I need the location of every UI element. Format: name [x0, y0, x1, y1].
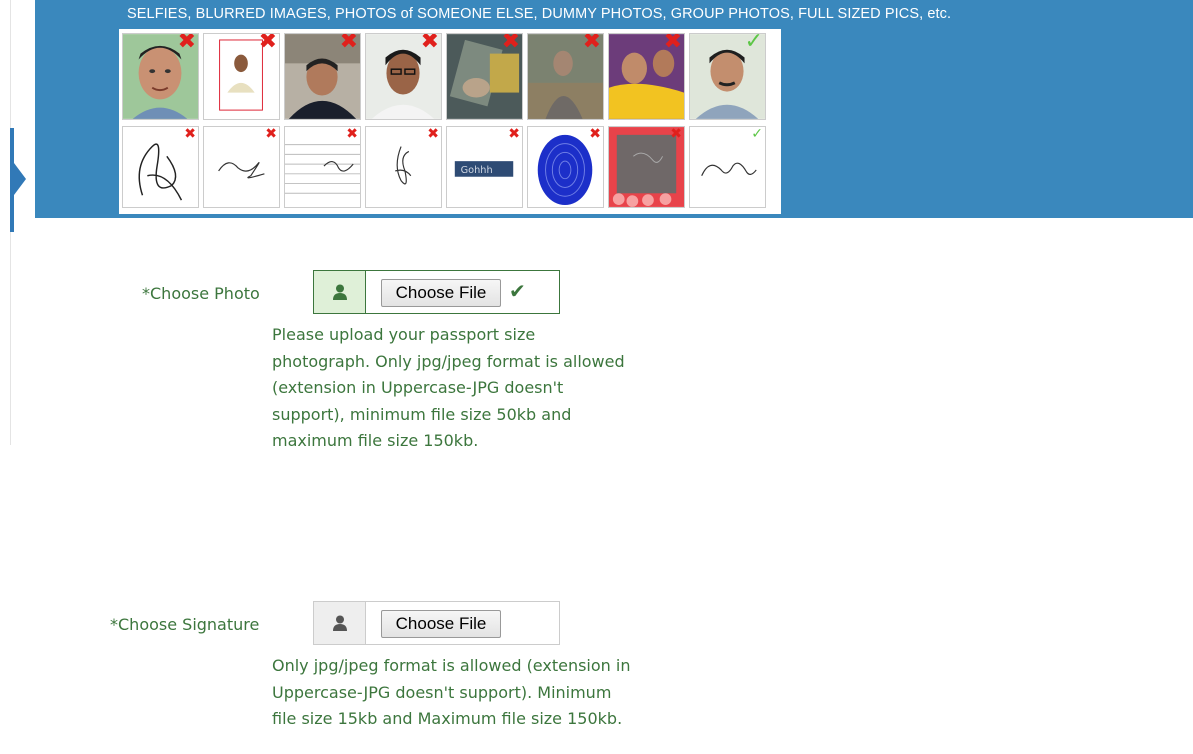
example-signature-small: ✖ [203, 126, 280, 208]
signature-help-text: Only jpg/jpeg format is allowed (extensi… [272, 656, 631, 728]
photo-upload-group: Choose File ✔ [313, 270, 560, 314]
example-thumbprint: ✖ [527, 126, 604, 208]
example-photo-blurred: ✖ [446, 33, 523, 120]
example-photo-someone-else: ✖ [365, 33, 442, 120]
check-icon: ✔ [509, 279, 526, 303]
valid-mark-icon: ✓ [751, 126, 763, 142]
valid-mark-icon: ✓ [744, 33, 763, 54]
example-photo-valid: ✓ [689, 33, 766, 120]
photo-help-text: Please upload your passport size photogr… [272, 325, 625, 450]
invalid-mark-icon: ✖ [663, 33, 682, 54]
invalid-mark-icon: ✖ [184, 126, 196, 142]
invalid-mark-icon: ✖ [508, 126, 520, 142]
choose-photo-button[interactable]: Choose File [381, 279, 501, 307]
invalid-mark-icon: ✖ [427, 126, 439, 142]
invalid-mark-icon: ✖ [258, 33, 277, 54]
example-signature-valid: ✓ [689, 126, 766, 208]
example-photo-group: ✖ [608, 33, 685, 120]
svg-text:Gohhh: Gohhh [461, 165, 493, 176]
banner-text: SELFIES, BLURRED IMAGES, PHOTOS of SOMEO… [127, 6, 952, 22]
example-photo-full-sized: ✖ [203, 33, 280, 120]
choose-photo-label: *Choose Photo [142, 284, 260, 303]
choose-signature-label: *Choose Signature [110, 615, 260, 634]
invalid-mark-icon: ✖ [670, 126, 682, 142]
invalid-mark-icon: ✖ [177, 33, 196, 54]
example-photo-dark: ✖ [284, 33, 361, 120]
invalid-mark-icon: ✖ [589, 126, 601, 142]
instruction-banner: SELFIES, BLURRED IMAGES, PHOTOS of SOMEO… [35, 0, 1193, 218]
example-signature-lined: ✖ [284, 126, 361, 208]
example-photo-selfie: ✖ [122, 33, 199, 120]
invalid-mark-icon: ✖ [265, 126, 277, 142]
invalid-mark-icon: ✖ [501, 33, 520, 54]
invalid-mark-icon: ✖ [339, 33, 358, 54]
example-signature-vertical: ✖ [365, 126, 442, 208]
signature-upload-group: Choose File [313, 601, 560, 645]
example-signature-large: ✖ [122, 126, 199, 208]
example-photo-blurred-person: ✖ [527, 33, 604, 120]
invalid-mark-icon: ✖ [420, 33, 439, 54]
example-signature-decorative: ✖ [608, 126, 685, 208]
example-grid: ✖ ✖ ✖ ✖ ✖ ✖ ✖ ✓ ✖ ✖ ✖ ✖ Gohhh ✖ ✖ ✖ ✓ [119, 29, 781, 214]
side-panel-arrow-icon[interactable] [14, 163, 26, 195]
choose-signature-button[interactable]: Choose File [381, 610, 501, 638]
user-icon [314, 602, 366, 644]
example-signature-stamped: Gohhh ✖ [446, 126, 523, 208]
user-icon [314, 271, 366, 313]
invalid-mark-icon: ✖ [346, 126, 358, 142]
invalid-mark-icon: ✖ [582, 33, 601, 54]
